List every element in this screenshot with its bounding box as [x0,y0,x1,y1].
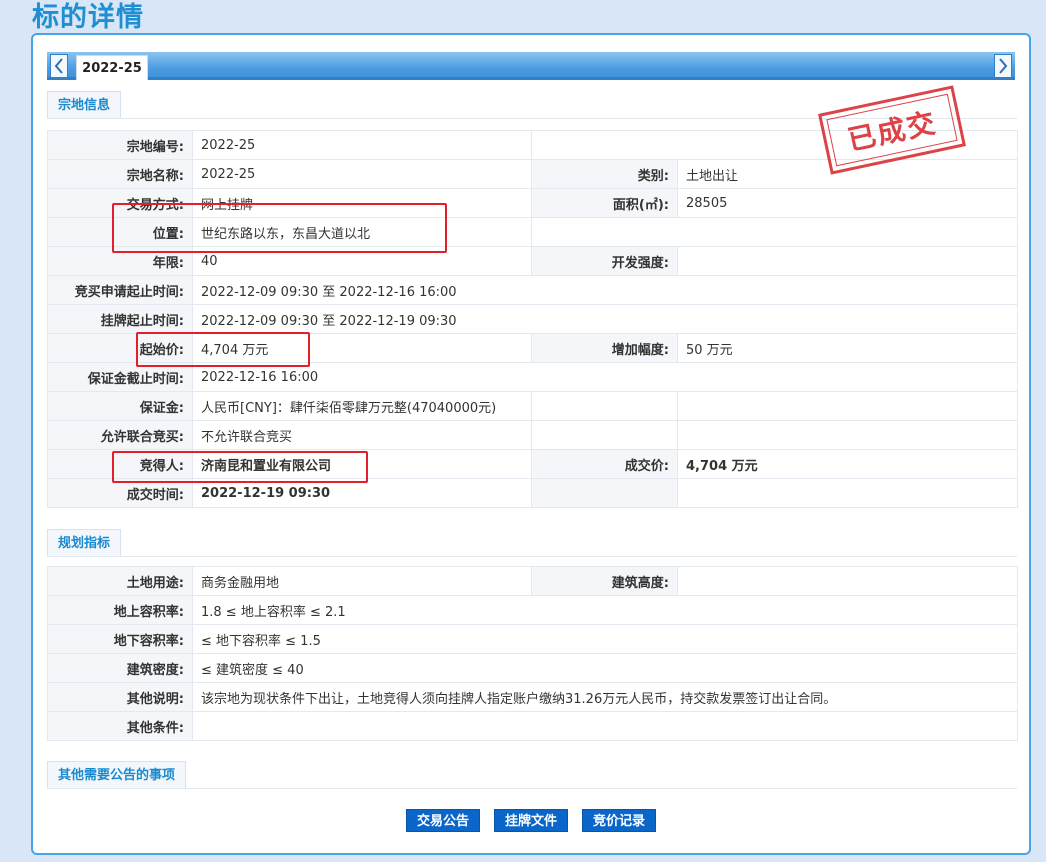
other-conditions-label: 其他条件: [47,711,193,741]
deposit-label: 保证金: [47,391,193,421]
empty-cell [531,391,678,421]
parcel-code-value: 2022-25 [192,130,532,160]
land-use-label: 土地用途: [47,566,193,596]
table-row: 地上容积率: 1.8 ≤ 地上容积率 ≤ 2.1 [47,595,1018,625]
deal-time-label: 成交时间: [47,478,193,508]
empty-cell [531,217,1018,247]
deal-time-value: 2022-12-19 09:30 [192,478,532,508]
table-row: 其他说明: 该宗地为现状条件下出让，土地竞得人须向挂牌人指定账户缴纳31.26万… [47,682,1018,712]
table-row: 土地用途: 商务金融用地 建筑高度: [47,566,1018,596]
chevron-right-icon [999,58,1008,74]
other-conditions-value [192,711,1018,741]
bid-record-button[interactable]: 竞价记录 [582,809,657,832]
far-below-value: ≤ 地下容积率 ≤ 1.5 [192,624,1018,654]
start-price-label: 起始价: [47,333,193,363]
tab-scroll-left-button[interactable] [50,54,68,78]
planning-section-header: 规划指标 [47,529,1017,557]
table-row: 地下容积率: ≤ 地下容积率 ≤ 1.5 [47,624,1018,654]
area-label: 面积(㎡): [531,188,678,218]
winner-value: 济南昆和置业有限公司 [192,449,532,479]
other-notice-section-tab[interactable]: 其他需要公告的事项 [47,761,187,788]
deal-price-label: 成交价: [531,449,678,479]
listing-document-button[interactable]: 挂牌文件 [493,809,568,832]
term-value: 40 [192,246,532,276]
table-row: 建筑密度: ≤ 建筑密度 ≤ 40 [47,653,1018,683]
planning-table: 土地用途: 商务金融用地 建筑高度: 地上容积率: 1.8 ≤ 地上容积率 ≤ … [47,566,1018,741]
increment-label: 增加幅度: [531,333,678,363]
notes-label: 其他说明: [47,682,193,712]
far-above-value: 1.8 ≤ 地上容积率 ≤ 2.1 [192,595,1018,625]
density-label: 建筑密度: [47,653,193,683]
table-row: 竞买申请起止时间: 2022-12-09 09:30 至 2022-12-16 … [47,275,1018,305]
table-row: 成交时间: 2022-12-19 09:30 [47,478,1018,508]
table-row: 竞得人: 济南昆和置业有限公司 成交价: 4,704 万元 [47,449,1018,479]
table-row: 保证金截止时间: 2022-12-16 16:00 [47,362,1018,392]
increment-value: 50 万元 [677,333,1018,363]
land-use-value: 商务金融用地 [192,566,532,596]
start-price-value: 4,704 万元 [192,333,532,363]
empty-cell [531,420,678,450]
table-row: 允许联合竞买: 不允许联合竞买 [47,420,1018,450]
table-row: 起始价: 4,704 万元 增加幅度: 50 万元 [47,333,1018,363]
winner-label: 竞得人: [47,449,193,479]
detail-panel: 2022-25 宗地信息 宗地编号: 2022-25 宗地名称: 2022-25… [31,33,1031,855]
parcel-section-tab[interactable]: 宗地信息 [47,91,122,118]
intensity-value [677,246,1018,276]
location-label: 位置: [47,217,193,247]
parcel-name-value: 2022-25 [192,159,532,189]
deposit-deadline-value: 2022-12-16 16:00 [192,362,1018,392]
trade-method-label: 交易方式: [47,188,193,218]
category-label: 类别: [531,159,678,189]
trade-method-value: 网上挂牌 [192,188,532,218]
action-buttons: 交易公告 挂牌文件 竞价记录 [33,809,1029,832]
chevron-left-icon [54,58,63,74]
empty-cell [677,478,1018,508]
empty-cell [677,391,1018,421]
table-row: 挂牌起止时间: 2022-12-09 09:30 至 2022-12-19 09… [47,304,1018,334]
trade-announcement-button[interactable]: 交易公告 [405,809,480,832]
table-row: 位置: 世纪东路以东，东昌大道以北 [47,217,1018,247]
term-label: 年限: [47,246,193,276]
notes-value: 该宗地为现状条件下出让，土地竞得人须向挂牌人指定账户缴纳31.26万元人民币，持… [192,682,1018,712]
apply-period-value: 2022-12-09 09:30 至 2022-12-16 16:00 [192,275,1018,305]
table-row: 交易方式: 网上挂牌 面积(㎡): 28505 [47,188,1018,218]
parcel-info-table: 宗地编号: 2022-25 宗地名称: 2022-25 类别: 土地出让 交易方… [47,130,1018,508]
tab-scroll-right-button[interactable] [994,54,1012,78]
deposit-deadline-label: 保证金截止时间: [47,362,193,392]
parcel-code-label: 宗地编号: [47,130,193,160]
tab-bar: 2022-25 [47,52,1015,80]
page-title: 标的详情 [32,2,144,33]
table-row: 其他条件: [47,711,1018,741]
empty-cell [677,420,1018,450]
listing-period-value: 2022-12-09 09:30 至 2022-12-19 09:30 [192,304,1018,334]
density-value: ≤ 建筑密度 ≤ 40 [192,653,1018,683]
tab-parcel-2022-25[interactable]: 2022-25 [76,55,148,80]
location-value: 世纪东路以东，东昌大道以北 [192,217,532,247]
intensity-label: 开发强度: [531,246,678,276]
other-notice-section-header: 其他需要公告的事项 [47,761,1017,789]
apply-period-label: 竞买申请起止时间: [47,275,193,305]
building-height-label: 建筑高度: [531,566,678,596]
table-row: 保证金: 人民币[CNY]：肆仟柒佰零肆万元整(47040000元) [47,391,1018,421]
planning-section-tab[interactable]: 规划指标 [47,529,122,556]
table-row: 年限: 40 开发强度: [47,246,1018,276]
empty-cell [531,478,678,508]
building-height-value [677,566,1018,596]
joint-bid-label: 允许联合竞买: [47,420,193,450]
far-above-label: 地上容积率: [47,595,193,625]
far-below-label: 地下容积率: [47,624,193,654]
joint-bid-value: 不允许联合竞买 [192,420,532,450]
listing-period-label: 挂牌起止时间: [47,304,193,334]
parcel-name-label: 宗地名称: [47,159,193,189]
area-value: 28505 [677,188,1018,218]
deposit-value: 人民币[CNY]：肆仟柒佰零肆万元整(47040000元) [192,391,532,421]
deal-price-value: 4,704 万元 [677,449,1018,479]
